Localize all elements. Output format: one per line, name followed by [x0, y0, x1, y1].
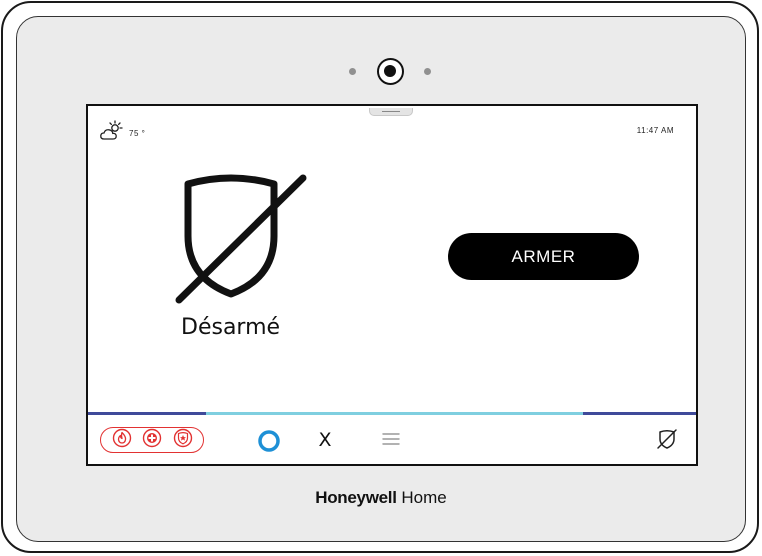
- police-icon: [173, 428, 193, 453]
- brand-logo: Honeywell Home: [315, 488, 447, 507]
- camera-icon: [377, 58, 404, 85]
- sensor-dot-right: [424, 68, 431, 75]
- emergency-panel-button[interactable]: [100, 427, 204, 453]
- arm-status-label: Désarmé: [181, 315, 281, 340]
- temperature-reading: 75 °: [129, 129, 146, 138]
- clock: 11:47 AM: [636, 126, 674, 135]
- bottom-bar: X: [88, 415, 696, 464]
- fire-icon: [112, 428, 132, 453]
- shield-disarmed-icon: [171, 170, 311, 311]
- partly-cloudy-icon: [99, 120, 125, 147]
- arm-button[interactable]: ARMER: [448, 233, 639, 280]
- close-button[interactable]: X: [317, 428, 333, 452]
- alexa-ring-icon[interactable]: [257, 429, 281, 453]
- sensor-dot-left: [349, 68, 356, 75]
- medical-icon: [142, 428, 162, 453]
- weather-widget[interactable]: 75 °: [99, 120, 145, 147]
- pull-down-handle[interactable]: [369, 108, 413, 116]
- touchscreen: 75 ° 11:47 AM Désarmé ARMER X: [86, 104, 698, 466]
- shield-slash-icon[interactable]: [656, 428, 678, 450]
- hamburger-menu-icon[interactable]: [382, 432, 400, 446]
